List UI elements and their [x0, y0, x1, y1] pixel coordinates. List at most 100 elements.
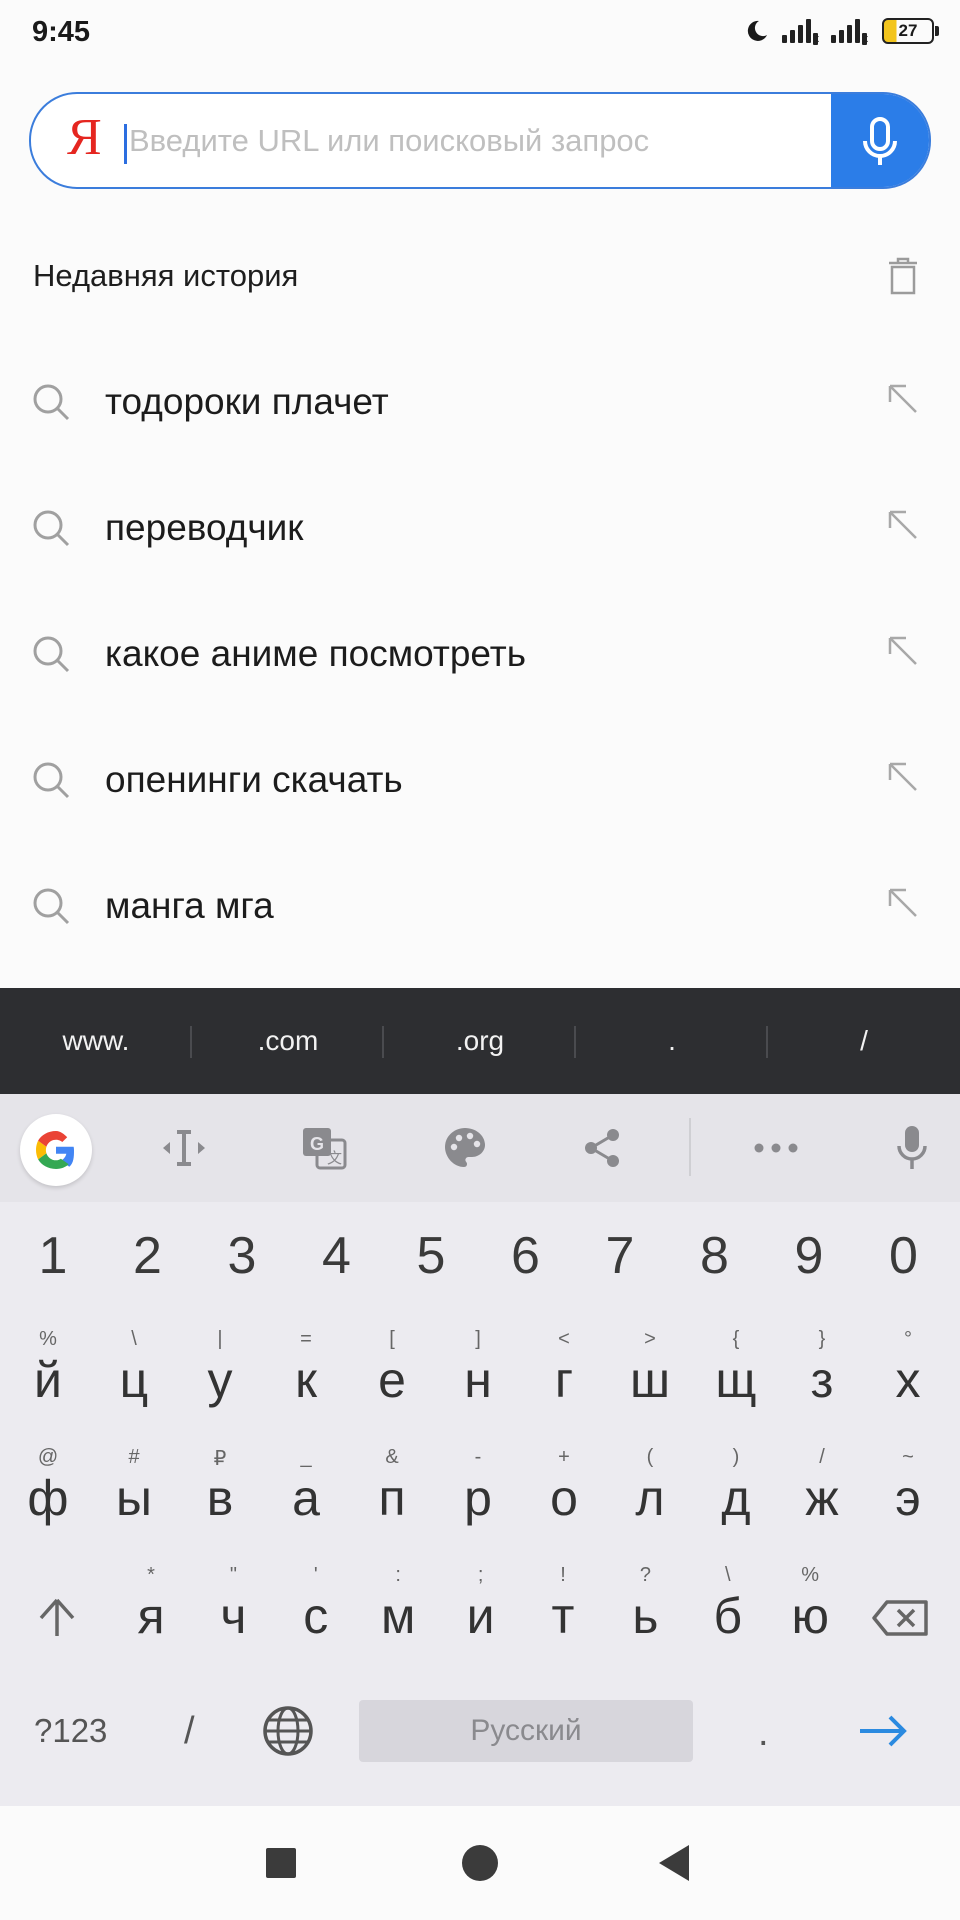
- history-item[interactable]: манга мга: [0, 842, 960, 968]
- letter-key[interactable]: {щ: [693, 1320, 779, 1438]
- globe-icon[interactable]: [261, 1704, 315, 1758]
- letter-key[interactable]: ] н: [435, 1320, 521, 1438]
- letter-key[interactable]: / ж: [779, 1438, 865, 1556]
- svg-text:G: G: [310, 1134, 324, 1154]
- suggest-org-key[interactable]: .org: [384, 988, 576, 1094]
- letter-key[interactable]: ) д: [693, 1438, 779, 1556]
- letter-key[interactable]: ° х: [865, 1320, 951, 1438]
- slash-key[interactable]: /: [184, 1710, 195, 1753]
- letter-key[interactable]: # ы: [91, 1438, 177, 1556]
- digit-key[interactable]: 7: [577, 1202, 663, 1320]
- letter-key[interactable]: < г: [521, 1320, 607, 1438]
- history-title: Недавняя история: [33, 258, 299, 293]
- digit-key[interactable]: 1: [10, 1202, 96, 1320]
- letter-key[interactable]: ; и: [438, 1556, 524, 1674]
- digit-key[interactable]: 6: [483, 1202, 569, 1320]
- letter-key[interactable]: ₽ в: [177, 1438, 263, 1556]
- google-search-button[interactable]: [20, 1114, 92, 1186]
- more-button[interactable]: [748, 1120, 804, 1176]
- letter-key[interactable]: ! т: [520, 1556, 606, 1674]
- digit-key[interactable]: 8: [672, 1202, 758, 1320]
- key-label: в: [206, 1470, 234, 1526]
- arrow-up-left-icon[interactable]: [888, 384, 918, 414]
- letter-key[interactable]: ~ э: [865, 1438, 951, 1556]
- letter-key[interactable]: ? ь: [602, 1556, 688, 1674]
- trash-icon[interactable]: [886, 257, 920, 295]
- key-hint: #: [128, 1446, 140, 1468]
- cursor-button[interactable]: [156, 1120, 212, 1176]
- shift-key[interactable]: [14, 1556, 100, 1674]
- letter-key[interactable]: % й: [5, 1320, 91, 1438]
- letter-key[interactable]: :м: [355, 1556, 441, 1674]
- key-label: 9: [794, 1227, 824, 1285]
- letter-key[interactable]: \ ц: [91, 1320, 177, 1438]
- google-icon: [36, 1131, 74, 1169]
- suggest-slash-key[interactable]: /: [768, 988, 960, 1094]
- voice-input-button[interactable]: [884, 1120, 940, 1176]
- history-item[interactable]: тодороки плачет: [0, 338, 960, 464]
- key-label: г: [554, 1352, 574, 1408]
- letter-key[interactable]: } з: [779, 1320, 865, 1438]
- arrow-up-left-icon[interactable]: [888, 510, 918, 540]
- arrow-up-left-icon[interactable]: [888, 888, 918, 918]
- back-button[interactable]: [659, 1845, 689, 1881]
- history-item[interactable]: какое аниме посмотреть: [0, 590, 960, 716]
- space-key[interactable]: Русский: [359, 1700, 693, 1762]
- suggest-www-key[interactable]: www.: [0, 988, 192, 1094]
- digit-key[interactable]: 5: [388, 1202, 474, 1320]
- status-time: 9:45: [32, 16, 91, 48]
- letter-key[interactable]: (л: [607, 1438, 693, 1556]
- digit-key[interactable]: 4: [294, 1202, 380, 1320]
- search-icon: [33, 384, 70, 421]
- letter-key[interactable]: & п: [349, 1438, 435, 1556]
- arrow-up-left-icon[interactable]: [888, 636, 918, 666]
- suggest-com-key[interactable]: .com: [192, 988, 384, 1094]
- suggest-dot-key[interactable]: .: [576, 988, 768, 1094]
- search-input[interactable]: [129, 94, 829, 187]
- share-icon: [585, 1129, 619, 1167]
- period-key[interactable]: .: [758, 1712, 769, 1755]
- letter-key[interactable]: > ш: [607, 1320, 693, 1438]
- recents-button[interactable]: [266, 1848, 296, 1878]
- share-button[interactable]: [574, 1120, 630, 1176]
- letter-key[interactable]: [е: [349, 1320, 435, 1438]
- letter-key[interactable]: " ч: [190, 1556, 276, 1674]
- digit-key[interactable]: 3: [199, 1202, 285, 1320]
- letter-key[interactable]: = к: [263, 1320, 349, 1438]
- letter-key[interactable]: ' с: [273, 1556, 359, 1674]
- status-icons: x x 27: [744, 18, 939, 45]
- key-hint: -: [474, 1446, 482, 1468]
- key-label: й: [34, 1352, 62, 1408]
- history-item-label: тодороки плачет: [105, 381, 389, 422]
- cursor-icon: [163, 1130, 205, 1166]
- search-bar[interactable]: Я: [29, 92, 931, 189]
- letter-key[interactable]: | у: [177, 1320, 263, 1438]
- letter-key[interactable]: * я: [108, 1556, 194, 1674]
- symbols-key[interactable]: ?123: [34, 1712, 107, 1750]
- letter-key[interactable]: + о: [521, 1438, 607, 1556]
- arrow-up-left-icon[interactable]: [888, 762, 918, 792]
- key-hint: ~: [902, 1446, 914, 1468]
- letter-key[interactable]: % ю: [767, 1556, 853, 1674]
- digit-key[interactable]: 9: [766, 1202, 852, 1320]
- translate-button[interactable]: G 文: [296, 1120, 352, 1176]
- digit-key[interactable]: 0: [861, 1202, 947, 1320]
- theme-button[interactable]: [437, 1120, 493, 1176]
- key-label: ш: [629, 1352, 671, 1408]
- enter-arrow-icon[interactable]: [858, 1714, 908, 1748]
- key-hint: \: [131, 1328, 137, 1350]
- history-item[interactable]: переводчик: [0, 464, 960, 590]
- battery-icon: 27: [882, 18, 939, 44]
- backspace-key[interactable]: [858, 1556, 944, 1674]
- letter-key[interactable]: -р: [435, 1438, 521, 1556]
- history-item-label: какое аниме посмотреть: [105, 633, 527, 674]
- signal-icon: x: [831, 19, 868, 45]
- voice-search-button[interactable]: [831, 94, 929, 187]
- letter-key[interactable]: \ б: [685, 1556, 771, 1674]
- home-button[interactable]: [462, 1845, 498, 1881]
- letter-key[interactable]: @ ф: [5, 1438, 91, 1556]
- digit-key[interactable]: 2: [105, 1202, 191, 1320]
- history-item[interactable]: опенинги скачать: [0, 716, 960, 842]
- palette-icon: [445, 1128, 485, 1167]
- letter-key[interactable]: _ а: [263, 1438, 349, 1556]
